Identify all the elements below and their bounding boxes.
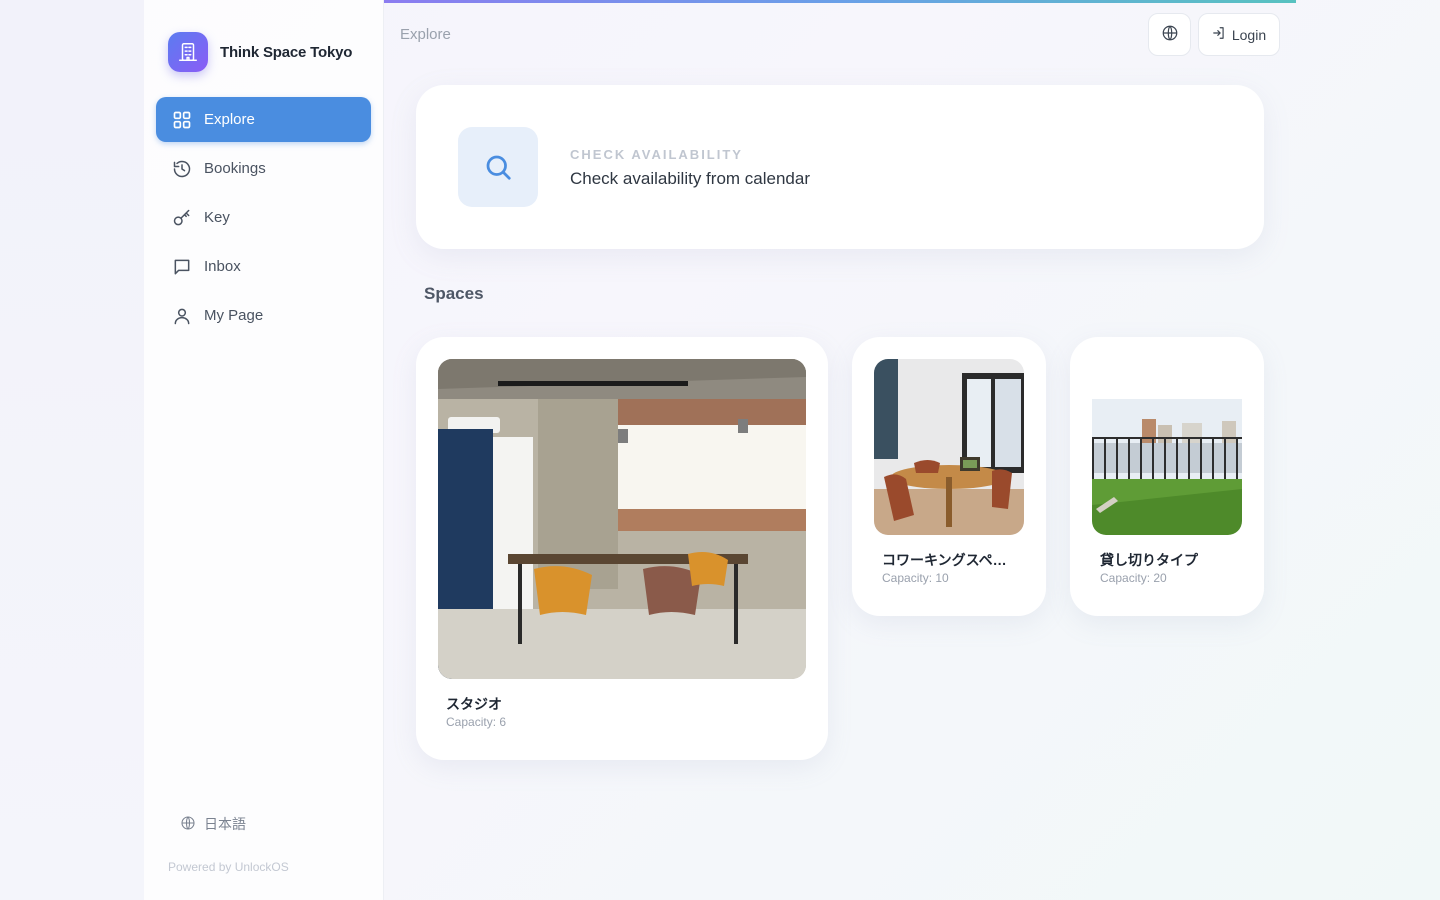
message-icon [172, 257, 192, 277]
sidebar-item-label: Explore [204, 111, 255, 128]
space-name: コワーキングスペ… [882, 552, 1007, 568]
globe-icon [1161, 24, 1179, 45]
breadcrumb: Explore [400, 26, 451, 43]
powered-by: Powered by UnlockOS [168, 860, 289, 874]
availability-eyebrow: CHECK AVAILABILITY [570, 147, 743, 162]
space-name: 貸し切りタイプ [1100, 552, 1198, 568]
spaces-title: Spaces [424, 284, 484, 303]
sidebar-item-label: Key [204, 209, 230, 226]
login-button[interactable]: Login [1198, 13, 1280, 56]
space-photo [874, 359, 1024, 535]
top-accent-bar [384, 0, 1296, 3]
sidebar-item-key[interactable]: Key [156, 195, 371, 240]
sidebar-nav: Explore Bookings Key Inbox My Page [156, 97, 371, 342]
login-icon [1212, 26, 1226, 43]
sidebar-item-inbox[interactable]: Inbox [156, 244, 371, 289]
space-photo [438, 359, 806, 679]
globe-icon [180, 815, 196, 834]
space-name: スタジオ [446, 696, 502, 712]
sidebar: Think Space Tokyo Explore Bookings Key I… [144, 0, 384, 900]
space-capacity: Capacity: 6 [446, 715, 507, 729]
space-photo [1092, 359, 1242, 535]
key-icon [172, 208, 192, 228]
space-capacity: Capacity: 20 [1100, 571, 1167, 585]
sidebar-item-explore[interactable]: Explore [156, 97, 371, 142]
brand[interactable]: Think Space Tokyo [168, 32, 352, 72]
check-availability-card[interactable]: CHECK AVAILABILITY Check availability fr… [416, 85, 1264, 249]
page-gutter [0, 0, 144, 900]
sidebar-item-label: Inbox [204, 258, 241, 275]
sidebar-item-my-page[interactable]: My Page [156, 293, 371, 338]
space-card-private[interactable]: 貸し切りタイプ Capacity: 20 [1070, 337, 1264, 616]
space-card-studio[interactable]: スタジオ Capacity: 6 [416, 337, 828, 760]
building-icon [168, 32, 208, 72]
language-switch[interactable]: 日本語 [180, 814, 246, 834]
grid-icon [172, 110, 192, 130]
sidebar-item-label: Bookings [204, 160, 266, 177]
space-card-coworking[interactable]: コワーキングスペ… Capacity: 10 [852, 337, 1046, 616]
user-icon [172, 306, 192, 326]
space-capacity: Capacity: 10 [882, 571, 949, 585]
sidebar-item-label: My Page [204, 307, 264, 324]
brand-name: Think Space Tokyo [220, 43, 353, 61]
history-icon [172, 159, 192, 179]
search-icon [458, 127, 538, 207]
sidebar-item-bookings[interactable]: Bookings [156, 146, 371, 191]
login-label: Login [1231, 26, 1267, 43]
language-button[interactable] [1148, 13, 1191, 56]
availability-title: Check availability from calendar [570, 169, 810, 188]
language-label: 日本語 [204, 816, 246, 832]
